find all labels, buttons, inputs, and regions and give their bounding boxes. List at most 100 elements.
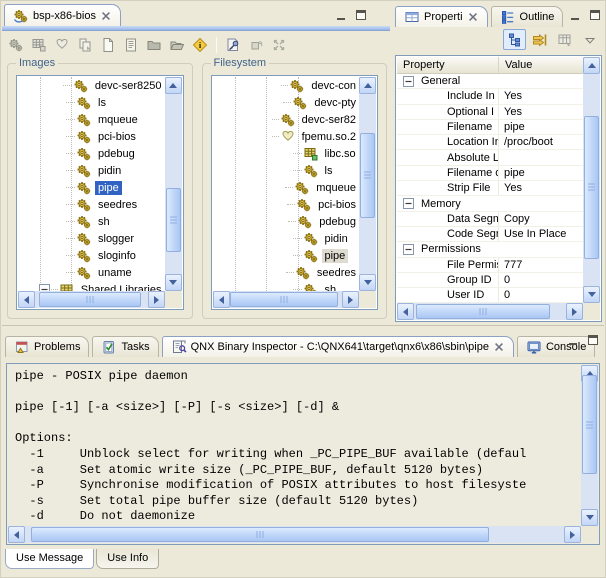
vertical-scrollbar[interactable] <box>359 77 376 291</box>
scroll-right-button[interactable] <box>342 291 359 308</box>
property-row-filename[interactable]: Filenamepipe <box>397 120 583 135</box>
tree-item-pdebug[interactable]: pdebug <box>213 213 360 230</box>
property-row-include-in[interactable]: Include InYes <box>397 89 583 104</box>
tree-item-devc-ser8250[interactable]: devc-ser8250 <box>18 77 165 94</box>
maximize-icon[interactable] <box>587 7 602 20</box>
property-row-data-segm[interactable]: Data SegmCopy <box>397 212 583 227</box>
minimize-icon[interactable] <box>565 332 580 345</box>
scroll-left-button[interactable] <box>397 303 414 320</box>
usage-message-text[interactable]: pipe - POSIX pipe daemon pipe [-1] [-a <… <box>8 365 581 526</box>
tab-use-message[interactable]: Use Message <box>5 549 94 569</box>
tree-item-devc-con[interactable]: devc-con <box>213 77 360 94</box>
property-group-general[interactable]: General <box>397 74 583 89</box>
property-row-code-segr[interactable]: Code SegrUse In Place <box>397 227 583 242</box>
tree-mode-button[interactable] <box>503 29 526 50</box>
collapse-expander-icon[interactable] <box>39 284 50 291</box>
gears-button[interactable] <box>5 34 27 55</box>
scroll-down-button[interactable] <box>165 274 182 291</box>
collapse-expander-icon[interactable] <box>403 244 414 255</box>
tree-item-libc-so[interactable]: libc.so <box>213 145 360 162</box>
tree-item-ls[interactable]: ls <box>18 94 165 111</box>
tree-item-seedres[interactable]: seedres <box>213 264 360 281</box>
scrollbar-thumb[interactable] <box>230 292 338 307</box>
tab-problems[interactable]: Problems <box>5 336 89 357</box>
sort-button[interactable] <box>528 29 551 50</box>
property-row-absolute-l[interactable]: Absolute L <box>397 150 583 165</box>
collapse-expander-icon[interactable] <box>403 76 414 87</box>
column-header-property[interactable]: Property <box>397 57 499 73</box>
minimize-icon[interactable] <box>567 7 582 20</box>
tree-item-pidin[interactable]: pidin <box>18 162 165 179</box>
tree-item-pdebug[interactable]: pdebug <box>18 145 165 162</box>
table-edit-button[interactable] <box>553 29 576 50</box>
scroll-up-button[interactable] <box>165 77 182 94</box>
tree-item-sh[interactable]: sh <box>213 281 360 291</box>
tab-qnx-binary-inspector-c-qnx641-target-qnx[interactable]: QNX Binary Inspector - C:\QNX641\target\… <box>162 336 514 357</box>
property-row-optional-i[interactable]: Optional IYes <box>397 105 583 120</box>
scrollbar-thumb[interactable] <box>31 527 489 542</box>
tree-item-pipe[interactable]: pipe <box>213 247 360 264</box>
scrollbar-thumb[interactable] <box>166 188 181 252</box>
tree-item-shared-libraries[interactable]: Shared Libraries <box>18 281 165 291</box>
column-header-value[interactable]: Value <box>499 57 583 73</box>
view-menu-button[interactable] <box>578 29 601 50</box>
property-group-permissions[interactable]: Permissions <box>397 242 583 257</box>
scrollbar-thumb[interactable] <box>416 304 550 319</box>
dump-button[interactable] <box>245 34 267 55</box>
tree-item-uname[interactable]: uname <box>18 264 165 281</box>
close-icon[interactable] <box>100 10 112 22</box>
tree-item-pci-bios[interactable]: pci-bios <box>213 196 360 213</box>
tab-bsp-x86-bios[interactable]: bsp-x86-bios <box>4 4 121 26</box>
horizontal-scrollbar[interactable] <box>18 291 165 308</box>
property-row-location-in[interactable]: Location In/proc/boot <box>397 135 583 150</box>
minimize-icon[interactable] <box>333 7 348 20</box>
tab-tasks[interactable]: Tasks <box>92 336 158 357</box>
grid-button[interactable] <box>28 34 50 55</box>
horizontal-scrollbar[interactable] <box>8 526 581 543</box>
maximize-icon[interactable] <box>585 332 600 345</box>
info-button[interactable]: i <box>189 34 211 55</box>
scroll-up-button[interactable] <box>583 57 600 74</box>
tree-item-devc-ser82[interactable]: devc-ser82 <box>213 111 360 128</box>
property-row-file-permis[interactable]: File Permis777 <box>397 258 583 273</box>
heart-button[interactable] <box>51 34 73 55</box>
scrollbar-thumb[interactable] <box>584 116 599 259</box>
property-row-group-id[interactable]: Group ID0 <box>397 273 583 288</box>
open-folder-button[interactable] <box>166 34 188 55</box>
tree-item-fpemu-so-2[interactable]: fpemu.so.2 <box>213 128 360 145</box>
scroll-down-button[interactable] <box>583 286 600 303</box>
tree-item-sh[interactable]: sh <box>18 213 165 230</box>
vertical-scrollbar[interactable] <box>581 365 598 526</box>
tree-item-pipe[interactable]: pipe <box>18 179 165 196</box>
tree-item-slogger[interactable]: slogger <box>18 230 165 247</box>
scrollbar-thumb[interactable] <box>360 133 375 219</box>
tree-item-ls[interactable]: ls <box>213 162 360 179</box>
closed-folder-button[interactable] <box>143 34 165 55</box>
scroll-down-button[interactable] <box>581 509 598 526</box>
property-row-strip-file[interactable]: Strip FileYes <box>397 181 583 196</box>
tree-item-pidin[interactable]: pidin <box>213 230 360 247</box>
scroll-right-button[interactable] <box>148 291 165 308</box>
scroll-down-button[interactable] <box>359 274 376 291</box>
maximize-icon[interactable] <box>353 7 368 20</box>
property-row-user-id[interactable]: User ID0 <box>397 288 583 303</box>
scroll-left-button[interactable] <box>18 291 35 308</box>
close-icon[interactable] <box>493 341 505 353</box>
scrollbar-thumb[interactable] <box>39 292 142 307</box>
collapse-button[interactable] <box>268 34 290 55</box>
tree-item-sloginfo[interactable]: sloginfo <box>18 247 165 264</box>
property-row-filename-o[interactable]: Filename opipe <box>397 166 583 181</box>
scroll-right-button[interactable] <box>564 526 581 543</box>
tree-item-mqueue[interactable]: mqueue <box>18 111 165 128</box>
tab-use-info[interactable]: Use Info <box>96 549 159 569</box>
script-button[interactable] <box>120 34 142 55</box>
tab-outline[interactable]: Outline <box>491 6 564 27</box>
binary-inspector-button[interactable] <box>222 34 244 55</box>
scroll-left-button[interactable] <box>8 526 25 543</box>
copy-document-button[interactable] <box>74 34 96 55</box>
scroll-left-button[interactable] <box>213 291 230 308</box>
tree-item-devc-pty[interactable]: devc-pty <box>213 94 360 111</box>
horizontal-scrollbar[interactable] <box>397 303 583 320</box>
vertical-scrollbar[interactable] <box>165 77 182 291</box>
horizontal-scrollbar[interactable] <box>213 291 360 308</box>
